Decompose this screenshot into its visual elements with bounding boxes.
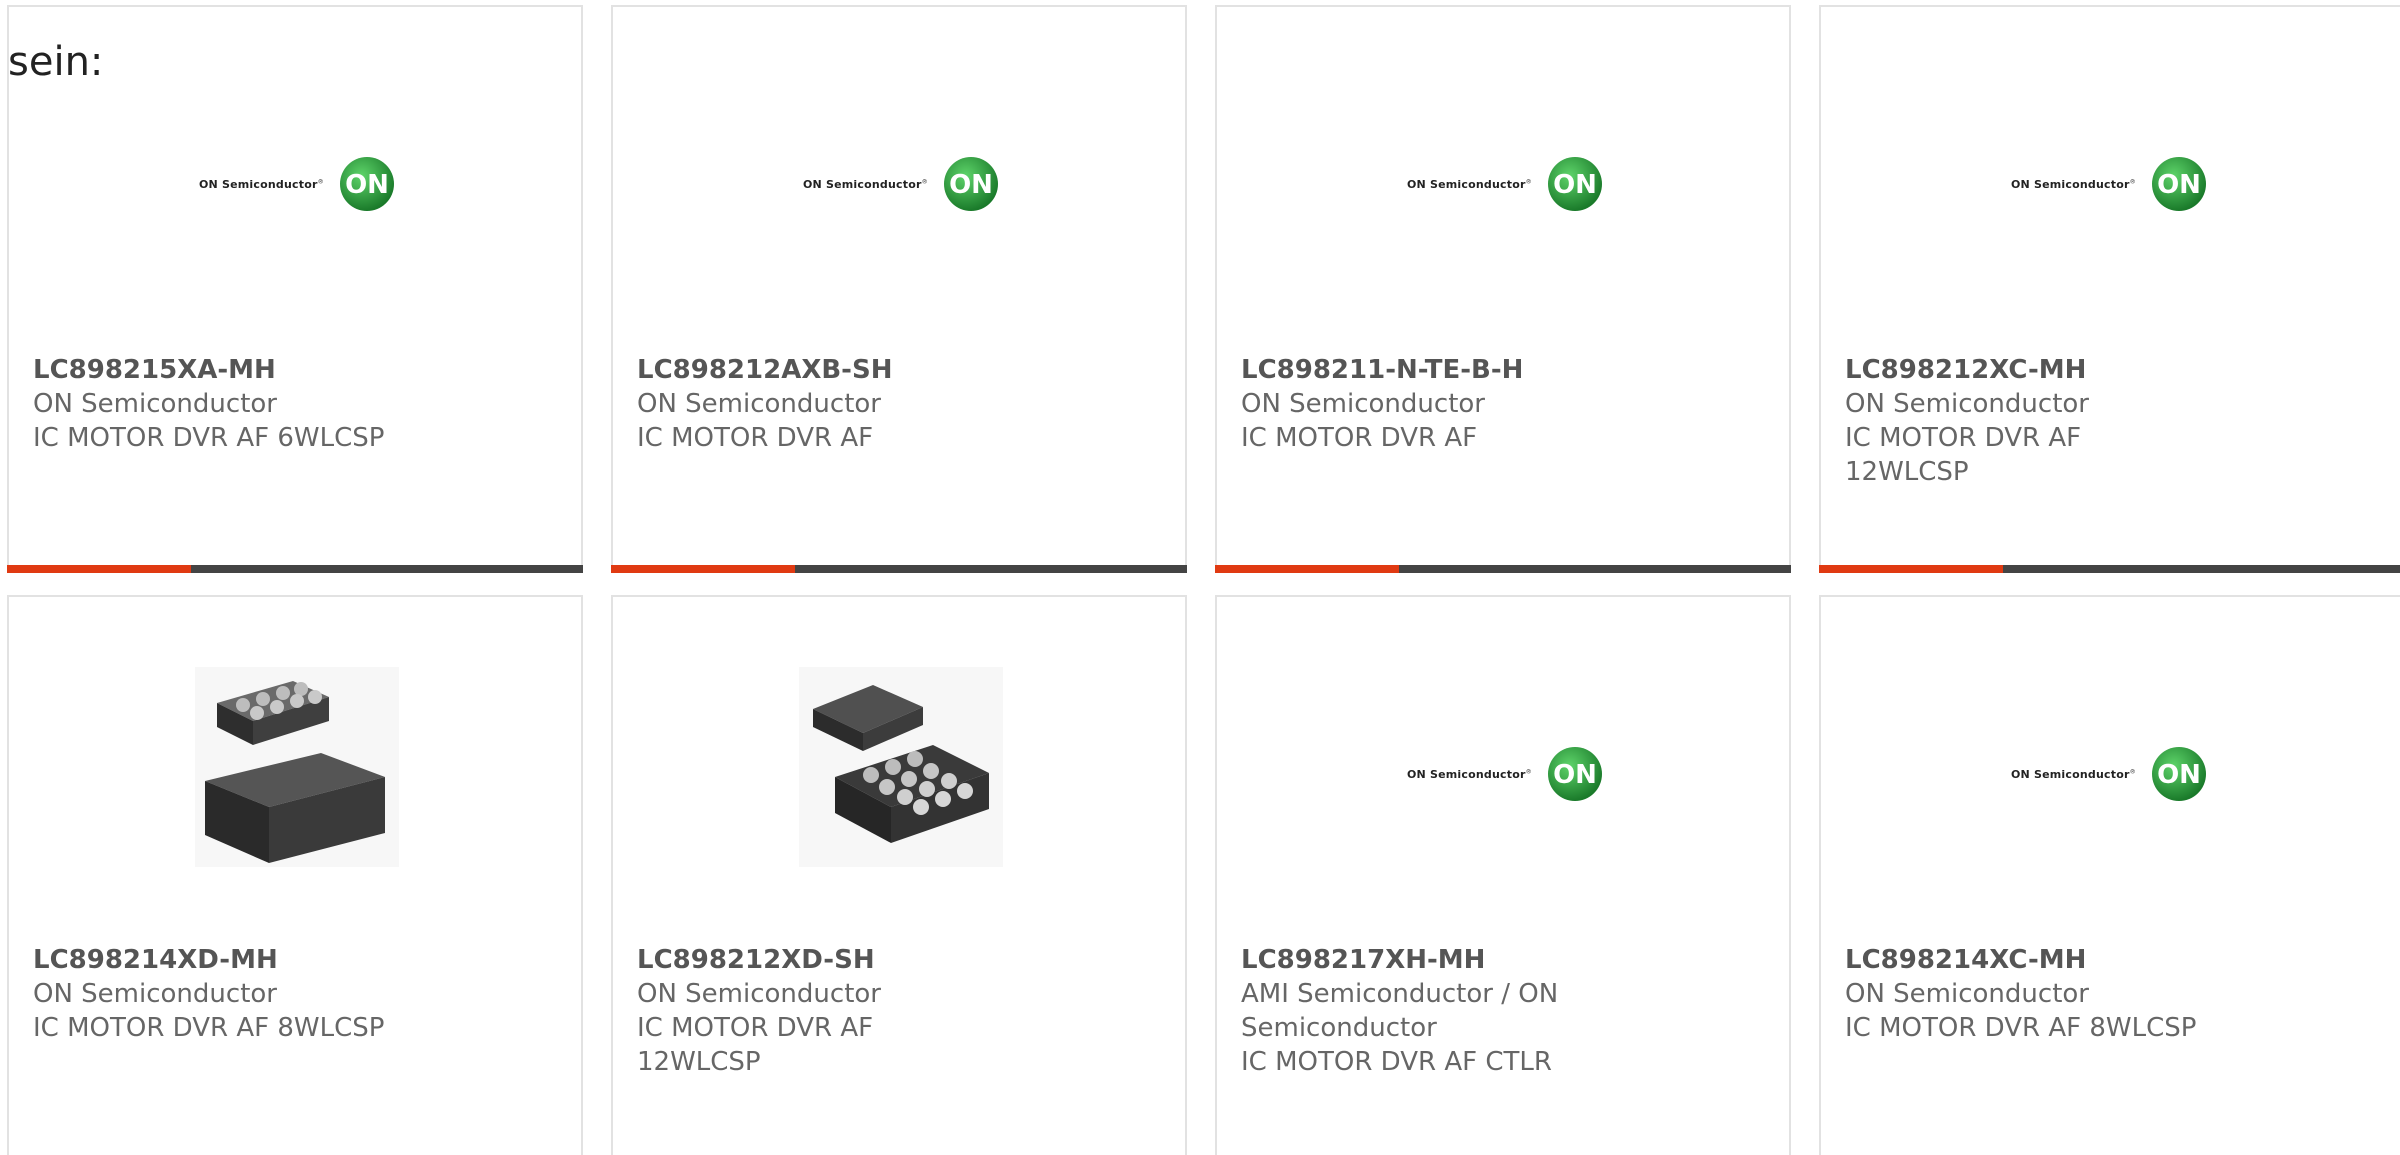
product-card[interactable]: ON Semiconductor® ON LC898212AXB-SH ON S… xyxy=(611,5,1187,573)
on-semiconductor-logo: ON Semiconductor® ON xyxy=(2011,155,2208,213)
svg-text:ON: ON xyxy=(2157,760,2201,790)
product-card[interactable]: LC898212XD-SH ON Semiconductor IC MOTOR … xyxy=(611,595,1187,1155)
logo-wordmark: ON Semiconductor® xyxy=(803,177,928,191)
part-number[interactable]: LC898211-N-TE-B-H xyxy=(1241,353,1601,387)
manufacturer: AMI Semiconductor / ON Semiconductor xyxy=(1241,979,1559,1043)
manufacturer: ON Semiconductor xyxy=(1241,389,1485,419)
on-semiconductor-logo: ON Semiconductor® ON xyxy=(1407,745,1604,803)
description: IC MOTOR DVR AF xyxy=(1241,423,1478,453)
on-semiconductor-logo: ON Semiconductor® ON xyxy=(1407,155,1604,213)
wlcsp-chip-12-icon xyxy=(799,667,1003,867)
part-number[interactable]: LC898212AXB-SH xyxy=(637,353,997,387)
product-card[interactable]: ON Semiconductor® ON LC898217XH-MH AMI S… xyxy=(1215,595,1791,1155)
part-number[interactable]: LC898217XH-MH xyxy=(1241,943,1601,977)
progress-bar xyxy=(1819,565,2400,573)
description: IC MOTOR DVR AF 8WLCSP xyxy=(33,1013,385,1043)
product-image: ON Semiconductor® ON xyxy=(1821,597,2400,927)
manufacturer: ON Semiconductor xyxy=(637,389,881,419)
description: IC MOTOR DVR AF CTLR xyxy=(1241,1047,1552,1077)
product-image: ON Semiconductor® ON xyxy=(1217,7,1789,337)
description: IC MOTOR DVR AF xyxy=(637,423,874,453)
on-logo-icon: ON xyxy=(2151,157,2206,211)
svg-text:ON: ON xyxy=(949,170,993,200)
logo-wordmark: ON Semiconductor® xyxy=(1407,177,1532,191)
svg-text:ON: ON xyxy=(1553,760,1597,790)
description: IC MOTOR DVR AF 12WLCSP xyxy=(637,1013,874,1077)
part-number[interactable]: LC898212XD-SH xyxy=(637,943,997,977)
logo-wordmark: ON Semiconductor® xyxy=(1407,767,1532,781)
page: sein: ON Semiconductor® ON LC898215XA-MH… xyxy=(0,0,2400,1155)
part-number[interactable]: LC898214XC-MH xyxy=(1845,943,2205,977)
svg-text:ON: ON xyxy=(345,170,389,200)
description: IC MOTOR DVR AF 6WLCSP xyxy=(33,423,385,453)
product-card[interactable]: ON Semiconductor® ON LC898212XC-MH ON Se… xyxy=(1819,5,2400,573)
description: IC MOTOR DVR AF 12WLCSP xyxy=(1845,423,2082,487)
on-semiconductor-logo: ON Semiconductor® ON xyxy=(2011,745,2208,803)
product-image: ON Semiconductor® ON xyxy=(1217,597,1789,927)
manufacturer: ON Semiconductor xyxy=(1845,979,2089,1009)
manufacturer: ON Semiconductor xyxy=(33,979,277,1009)
progress-bar xyxy=(1215,565,1791,573)
manufacturer: ON Semiconductor xyxy=(1845,389,2089,419)
part-number[interactable]: LC898212XC-MH xyxy=(1845,353,2205,387)
progress-bar xyxy=(611,565,1187,573)
on-logo-icon: ON xyxy=(339,157,394,211)
svg-text:ON: ON xyxy=(1553,170,1597,200)
on-logo-icon: ON xyxy=(943,157,998,211)
intro-text: sein: xyxy=(8,39,104,85)
progress-bar-accent xyxy=(7,565,191,573)
manufacturer: ON Semiconductor xyxy=(33,389,277,419)
progress-bar xyxy=(7,565,583,573)
logo-wordmark: ON Semiconductor® xyxy=(2011,767,2136,781)
manufacturer: ON Semiconductor xyxy=(637,979,881,1009)
product-image xyxy=(613,597,1185,927)
svg-text:ON: ON xyxy=(2157,170,2201,200)
on-logo-icon: ON xyxy=(1547,747,1602,801)
progress-bar-accent xyxy=(1215,565,1399,573)
on-semiconductor-logo: ON Semiconductor® ON xyxy=(199,155,396,213)
product-card[interactable]: LC898214XD-MH ON Semiconductor IC MOTOR … xyxy=(7,595,583,1155)
logo-wordmark: ON Semiconductor® xyxy=(2011,177,2136,191)
part-number[interactable]: LC898215XA-MH xyxy=(33,353,393,387)
product-card[interactable]: ON Semiconductor® ON LC898215XA-MH ON Se… xyxy=(7,5,583,573)
product-image: ON Semiconductor® ON xyxy=(613,7,1185,337)
progress-bar-accent xyxy=(611,565,795,573)
product-image xyxy=(9,597,581,927)
product-image: ON Semiconductor® ON xyxy=(1821,7,2400,337)
product-card[interactable]: ON Semiconductor® ON LC898211-N-TE-B-H O… xyxy=(1215,5,1791,573)
wlcsp-chip-8-icon xyxy=(195,667,399,867)
part-number[interactable]: LC898214XD-MH xyxy=(33,943,393,977)
on-logo-icon: ON xyxy=(2151,747,2206,801)
description: IC MOTOR DVR AF 8WLCSP xyxy=(1845,1013,2197,1043)
on-logo-icon: ON xyxy=(1547,157,1602,211)
logo-wordmark: ON Semiconductor® xyxy=(199,177,324,191)
progress-bar-accent xyxy=(1819,565,2003,573)
on-semiconductor-logo: ON Semiconductor® ON xyxy=(803,155,1000,213)
product-card[interactable]: ON Semiconductor® ON LC898214XC-MH ON Se… xyxy=(1819,595,2400,1155)
product-grid: ON Semiconductor® ON LC898215XA-MH ON Se… xyxy=(0,0,2400,1155)
